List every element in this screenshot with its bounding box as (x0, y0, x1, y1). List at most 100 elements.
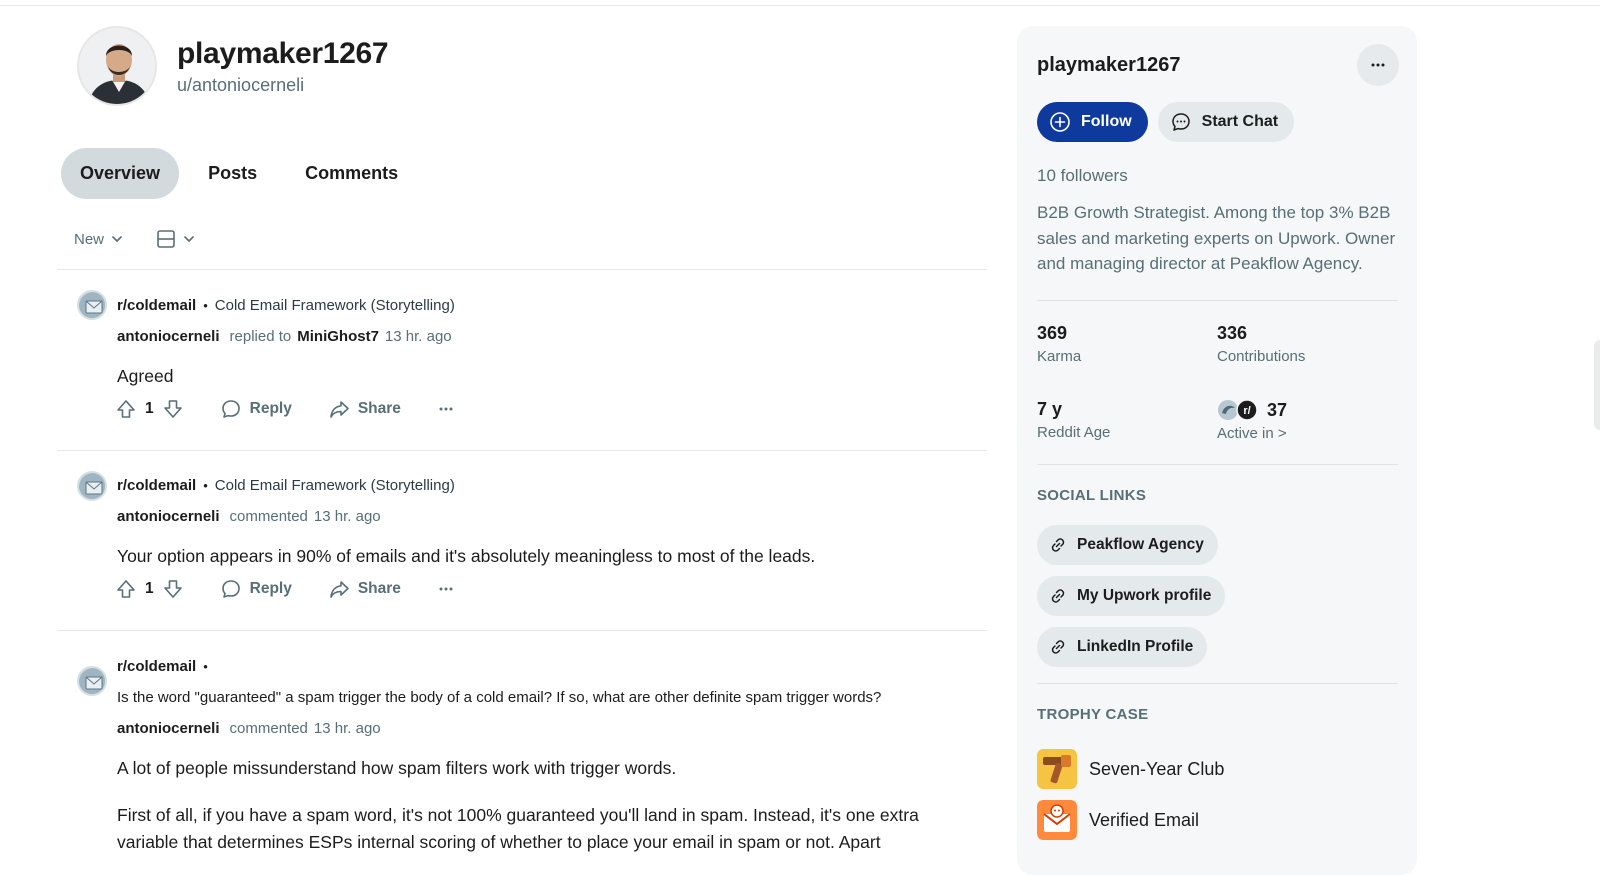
more-icon (1371, 63, 1385, 67)
separator-dot: • (203, 659, 208, 674)
post-title[interactable]: Cold Email Framework (Storytelling) (215, 297, 455, 314)
more-options-button[interactable] (1357, 44, 1399, 86)
chat-bubble-icon (1171, 113, 1190, 131)
share-icon (330, 401, 349, 418)
follow-button[interactable]: Follow (1037, 102, 1148, 142)
vote-group: 1 (115, 578, 184, 600)
downvote-icon[interactable] (162, 578, 184, 600)
vote-count: 1 (145, 400, 154, 417)
stat-active-in[interactable]: r/ 37 Active in > (1217, 399, 1287, 442)
trophy-item[interactable]: Seven-Year Club (1037, 749, 1224, 789)
more-icon (439, 587, 453, 591)
subreddit-link[interactable]: r/coldemail (117, 658, 196, 675)
more-icon (439, 407, 453, 411)
list-item: r/coldemail • Cold Email Framework (Stor… (57, 269, 987, 450)
post-title[interactable]: Cold Email Framework (Storytelling) (215, 477, 455, 494)
chevron-down-icon (184, 236, 194, 242)
scroll-handle[interactable] (1594, 340, 1600, 430)
separator-dot: • (203, 478, 208, 493)
separator-dot: • (203, 298, 208, 313)
post-title[interactable]: Is the word "guaranteed" a spam trigger … (117, 689, 881, 706)
stat-karma: 369 Karma (1037, 323, 1081, 365)
subreddit-link[interactable]: r/coldemail (117, 297, 196, 314)
contributions-label: Contributions (1217, 348, 1306, 365)
comment-author[interactable]: antoniocerneli (117, 328, 220, 345)
profile-actions: Follow Start Chat (1037, 102, 1295, 142)
comment-body-paragraph: First of all, if you have a spam word, i… (117, 805, 919, 852)
trophy-case-heading: TROPHY CASE (1037, 706, 1149, 723)
tab-posts[interactable]: Posts (189, 148, 276, 199)
comment-time: 13 hr. ago (384, 328, 452, 345)
share-label: Share (357, 580, 401, 597)
comment-icon (221, 580, 240, 598)
tab-comments[interactable]: Comments (286, 148, 417, 199)
profile-bio: B2B Growth Strategist. Among the top 3% … (1037, 203, 1396, 273)
upvote-icon[interactable] (115, 578, 137, 600)
subreddit-icon[interactable] (77, 471, 107, 501)
card-view-icon (157, 230, 175, 248)
share-button[interactable]: Share (328, 578, 401, 600)
stat-contributions: 336 Contributions (1217, 323, 1305, 365)
followers-count[interactable]: 10 followers (1037, 166, 1128, 186)
subreddit-link[interactable]: r/coldemail (117, 477, 196, 494)
start-chat-button[interactable]: Start Chat (1157, 102, 1295, 142)
view-dropdown[interactable] (156, 226, 196, 252)
social-link-label: My Upwork profile (1077, 587, 1212, 604)
sort-dropdown[interactable]: New (74, 226, 124, 252)
more-options-button[interactable] (437, 400, 455, 418)
reply-button[interactable]: Reply (220, 398, 292, 420)
social-link-peakflow[interactable]: Peakflow Agency (1037, 525, 1218, 565)
divider (1037, 300, 1398, 301)
social-link-upwork[interactable]: My Upwork profile (1037, 576, 1226, 616)
svg-text:r/: r/ (1243, 405, 1250, 417)
seven-year-club-trophy-icon (1037, 749, 1077, 789)
trophy-item[interactable]: Verified Email (1037, 800, 1199, 840)
contributions-value: 336 (1217, 323, 1248, 343)
comment-author[interactable]: antoniocerneli (117, 508, 220, 525)
link-icon (1051, 589, 1065, 603)
active-in-value: 37 (1267, 399, 1288, 420)
profile-header: playmaker1267 u/antoniocerneli (77, 26, 389, 106)
reddit-age-label: Reddit Age (1037, 424, 1111, 441)
top-divider (0, 5, 1600, 6)
reply-button[interactable]: Reply (220, 578, 292, 600)
vote-group: 1 (115, 398, 184, 420)
more-options-button[interactable] (437, 580, 455, 598)
reddit-age-value: 7 y (1037, 399, 1063, 419)
avatar[interactable] (77, 26, 157, 106)
link-icon (1051, 640, 1065, 654)
reply-label: Reply (249, 580, 292, 597)
follow-label: Follow (1081, 113, 1132, 130)
divider (1037, 464, 1398, 465)
share-icon (330, 581, 349, 598)
list-item: r/coldemail • Cold Email Framework (Stor… (57, 450, 987, 630)
stat-reddit-age: 7 y Reddit Age (1037, 399, 1110, 441)
tab-overview[interactable]: Overview (61, 148, 180, 199)
downvote-icon[interactable] (162, 398, 184, 420)
social-link-label: Peakflow Agency (1077, 536, 1204, 553)
comment-author[interactable]: antoniocerneli (117, 720, 220, 737)
comment-body: Your option appears in 90% of emails and… (117, 546, 816, 566)
subreddit-icon[interactable] (77, 290, 107, 320)
share-label: Share (357, 400, 401, 417)
vote-count: 1 (145, 580, 154, 597)
subreddit-icon[interactable] (77, 666, 107, 696)
comment-action: replied to (229, 328, 292, 345)
verified-email-trophy-icon (1037, 800, 1077, 840)
divider (1037, 683, 1398, 684)
comment-action: commented (229, 720, 308, 737)
share-button[interactable]: Share (328, 398, 401, 420)
comment-icon (221, 400, 240, 418)
comment-body-paragraph: A lot of people missunderstand how spam … (117, 758, 677, 778)
reply-target[interactable]: MiniGhost7 (297, 328, 379, 345)
list-item: r/coldemail • Is the word "guaranteed" a… (57, 630, 987, 875)
comment-actions: 1 Reply Share (115, 398, 455, 420)
comment-action: commented (229, 508, 308, 525)
social-link-linkedin[interactable]: LinkedIn Profile (1037, 627, 1208, 667)
upvote-icon[interactable] (115, 398, 137, 420)
social-links-heading: SOCIAL LINKS (1037, 487, 1147, 504)
comment-time: 13 hr. ago (313, 508, 381, 525)
plus-circle-icon (1050, 112, 1070, 132)
trophy-name: Seven-Year Club (1089, 758, 1225, 779)
active-in-label: Active in > (1217, 425, 1287, 442)
